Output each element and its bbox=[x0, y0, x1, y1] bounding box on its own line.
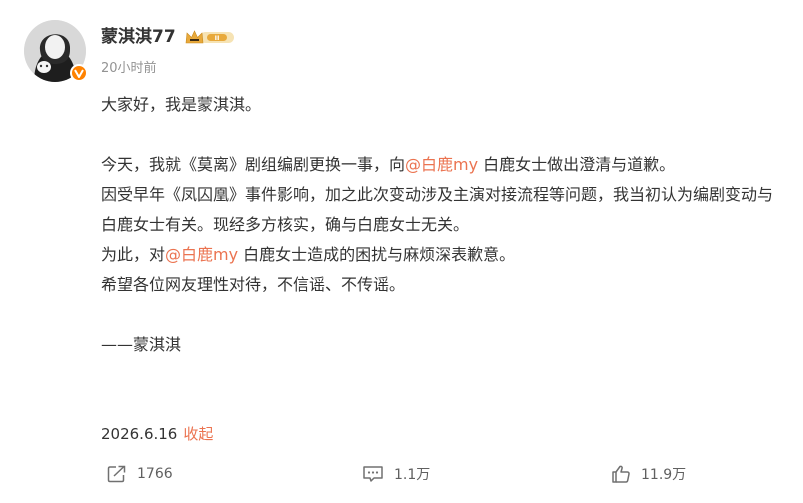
post-paragraph-4: 希望各位网友理性对待，不信谣、不传谣。 bbox=[101, 275, 406, 294]
repost-count: 1766 bbox=[137, 466, 173, 482]
post-paragraph-2: 因受早年《凤囚凰》事件影响，加之此次变动涉及主演对接流程等问题，我当初认为编剧变… bbox=[101, 185, 774, 234]
svg-text:II: II bbox=[215, 34, 220, 42]
post-greeting: 大家好，我是蒙淇淇。 bbox=[101, 95, 262, 114]
comment-icon bbox=[363, 466, 383, 482]
mention-link[interactable]: @白鹿my bbox=[165, 245, 238, 264]
weibo-post-card: 蒙淇淇77 II 20小时前 大家好，我是蒙淇淇。 今天，我就《莫离》剧组编剧更… bbox=[0, 0, 803, 503]
comment-count: 1.1万 bbox=[394, 467, 431, 483]
post-timestamp[interactable]: 20小时前 bbox=[101, 60, 157, 78]
repost-icon bbox=[107, 465, 126, 483]
username[interactable]: 蒙淇淇77 bbox=[101, 25, 176, 49]
mention-link[interactable]: @白鹿my bbox=[405, 155, 478, 174]
comment-button[interactable]: 1.1万 bbox=[362, 458, 430, 490]
post-date: 2026.6.16 bbox=[101, 425, 178, 443]
post-content: 大家好，我是蒙淇淇。 今天，我就《莫离》剧组编剧更换一事，向@白鹿my 白鹿女士… bbox=[101, 90, 781, 360]
collapse-link[interactable]: 收起 bbox=[183, 425, 213, 443]
like-count: 11.9万 bbox=[641, 467, 687, 483]
repost-button[interactable]: 1766 bbox=[107, 458, 173, 490]
thumbs-up-icon bbox=[612, 465, 630, 483]
vip-crown-badge-icon[interactable]: II bbox=[185, 29, 235, 46]
post-paragraph-3: 为此，对@白鹿my 白鹿女士造成的困扰与麻烦深表歉意。 bbox=[101, 240, 781, 270]
p1-text-after: 白鹿女士做出澄清与道歉。 bbox=[478, 155, 676, 174]
p1-text-before: 今天，我就《莫离》剧组编剧更换一事，向 bbox=[101, 155, 406, 174]
like-button[interactable]: 11.9万 bbox=[611, 458, 686, 490]
post-signature: ——蒙淇淇 bbox=[101, 335, 182, 354]
post-meta: 2026.6.16 收起 bbox=[101, 423, 213, 445]
post-paragraph-1: 今天，我就《莫离》剧组编剧更换一事，向@白鹿my 白鹿女士做出澄清与道歉。 bbox=[101, 150, 781, 180]
p3-text-before: 为此，对 bbox=[101, 245, 166, 264]
p3-text-after: 白鹿女士造成的困扰与麻烦深表歉意。 bbox=[238, 245, 516, 264]
verified-badge-icon bbox=[70, 64, 88, 82]
avatar[interactable] bbox=[24, 20, 88, 82]
action-bar: 1766 1.1万 11.9万 bbox=[0, 458, 803, 490]
